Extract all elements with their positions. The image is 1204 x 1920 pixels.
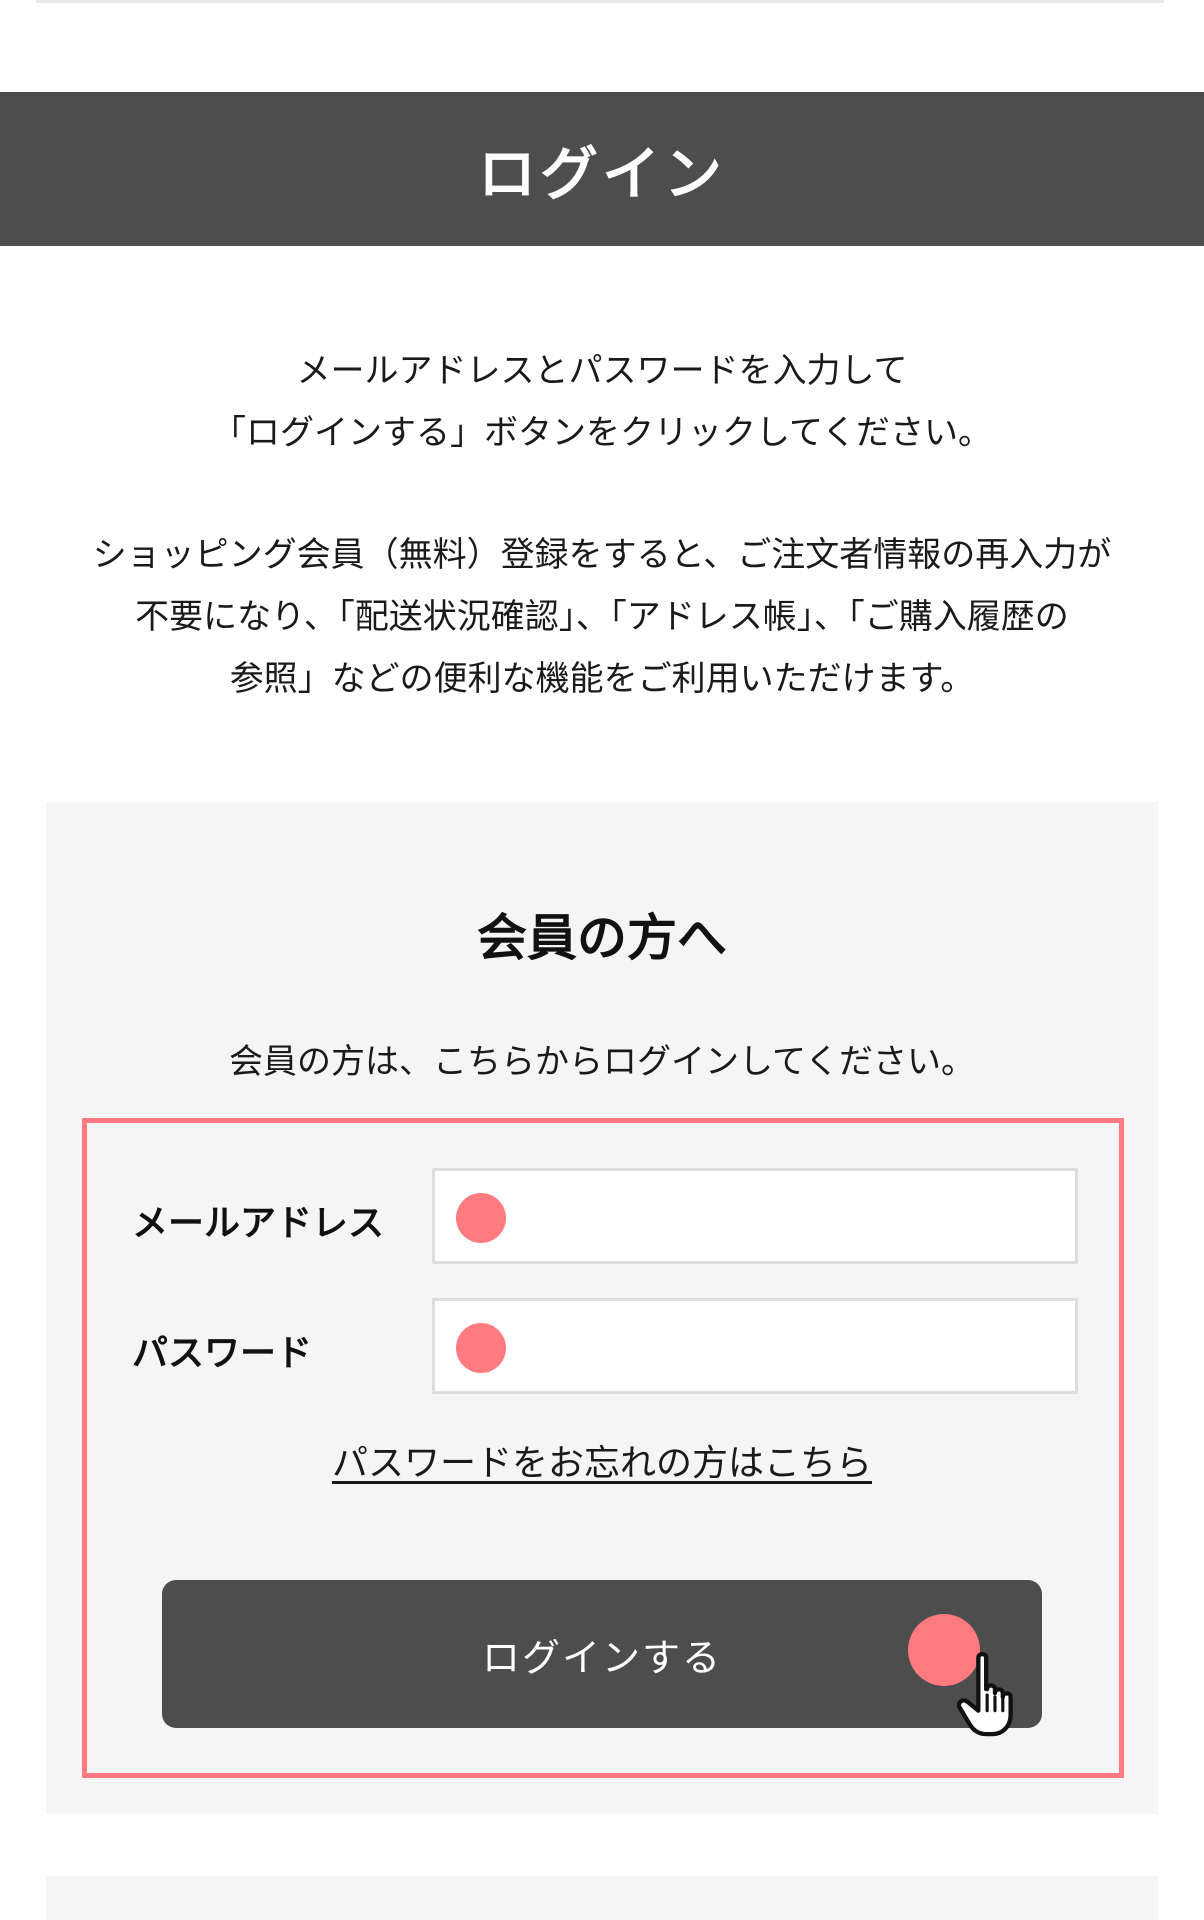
membership-benefits-text: ショッピング会員（無料）登録をすると、ご注文者情報の再入力が 不要になり、「配送…	[44, 524, 1160, 710]
forgot-password-link[interactable]: パスワードをお忘れの方はこちら	[46, 1434, 1158, 1486]
password-field[interactable]	[432, 1298, 1078, 1394]
member-heading: 会員の方へ	[477, 909, 727, 967]
email-marker-dot	[456, 1193, 506, 1243]
email-label: メールアドレス	[132, 1203, 385, 1244]
top-divider	[36, 0, 1164, 3]
password-label: パスワード	[132, 1333, 313, 1374]
benefits-line-3: 参照」などの便利な機能をご利用いただけます。	[229, 659, 975, 699]
password-marker-dot	[456, 1323, 506, 1373]
intro-text: メールアドレスとパスワードを入力して 「ログインする」ボタンをクリックしてくださ…	[0, 340, 1204, 464]
page-header: ログイン	[0, 92, 1204, 246]
login-button-label: ログインする	[481, 1635, 722, 1680]
intro-line-1: メールアドレスとパスワードを入力して	[296, 351, 908, 391]
benefits-line-1: ショッピング会員（無料）登録をすると、ご注文者情報の再入力が	[92, 535, 1112, 575]
login-page: ログイン メールアドレスとパスワードを入力して 「ログインする」ボタンをクリック…	[0, 0, 1204, 1920]
member-login-panel: 会員の方へ 会員の方は、こちらからログインしてください。 メールアドレス パスワ…	[46, 802, 1158, 1814]
benefits-line-2: 不要になり、「配送状況確認」、「アドレス帳」、「ご購入履歴の	[135, 597, 1069, 637]
email-field[interactable]	[432, 1168, 1078, 1264]
next-section-panel	[46, 1876, 1158, 1920]
hand-pointer-icon	[956, 1652, 1013, 1737]
intro-line-2: 「ログインする」ボタンをクリックしてください。	[212, 413, 992, 453]
member-subtext: 会員の方は、こちらからログインしてください。	[229, 1042, 975, 1082]
page-title: ログイン	[477, 140, 726, 208]
